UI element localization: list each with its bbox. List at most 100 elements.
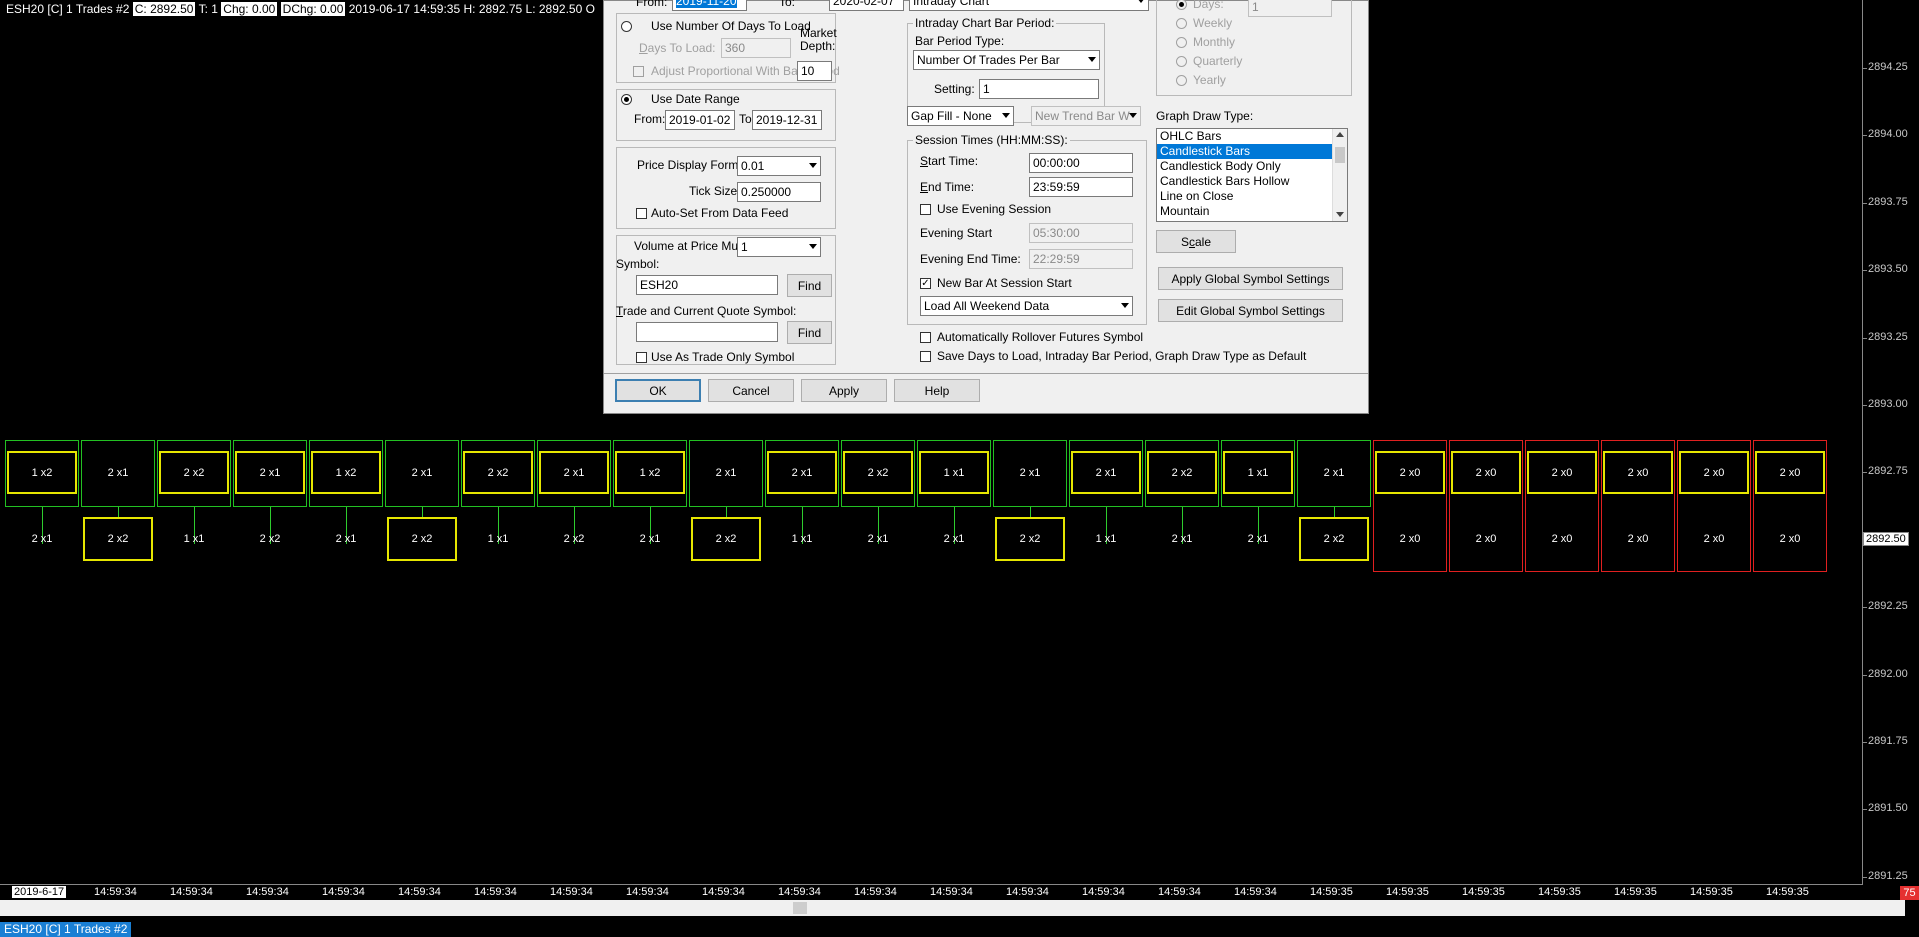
use-num-days-label[interactable]: Use Number Of Days To Load bbox=[651, 19, 811, 33]
dialog-separator bbox=[604, 373, 1368, 374]
use-date-range-label[interactable]: Use Date Range bbox=[651, 92, 740, 106]
to-date-field[interactable]: 2019-12-31 bbox=[752, 110, 822, 130]
period-radio-label: Monthly bbox=[1193, 35, 1236, 49]
use-date-range-radio[interactable] bbox=[621, 94, 632, 105]
auto-rollover-label[interactable]: Automatically Rollover Futures Symbol bbox=[937, 330, 1143, 344]
price-label: 2891.50 bbox=[1868, 802, 1908, 815]
top-from-label: From: bbox=[636, 0, 668, 9]
start-time-field[interactable]: 00:00:00 bbox=[1029, 153, 1133, 173]
end-time-field[interactable]: 23:59:59 bbox=[1029, 177, 1133, 197]
bid-ask-cell-bottom: 2 x1 bbox=[867, 533, 889, 545]
days-field[interactable]: 1 bbox=[1248, 0, 1332, 17]
bid-ask-cell-bottom: 2 x1 bbox=[31, 533, 53, 545]
use-evening-checkbox[interactable] bbox=[920, 204, 931, 215]
bid-ask-cell-bottom: 1 x1 bbox=[183, 533, 205, 545]
time-label: 14:59:34 bbox=[322, 886, 365, 898]
find-symbol-button[interactable]: Find bbox=[787, 274, 832, 297]
bar-period-type-dropdown[interactable]: Number Of Trades Per Bar bbox=[913, 50, 1100, 70]
trade-quote-field[interactable] bbox=[636, 322, 778, 342]
ok-button[interactable]: OK bbox=[615, 379, 701, 402]
save-defaults-label[interactable]: Save Days to Load, Intraday Bar Period, … bbox=[937, 349, 1306, 363]
graph-draw-listbox[interactable]: OHLC Bars Candlestick Bars Candlestick Bod… bbox=[1156, 128, 1348, 222]
graph-draw-item[interactable]: Line on Close bbox=[1157, 189, 1332, 204]
period-radio[interactable] bbox=[1176, 56, 1187, 67]
header-ohlc: 2019-06-17 14:59:35 H: 2892.75 L: 2892.5… bbox=[348, 2, 595, 16]
save-defaults-checkbox[interactable] bbox=[920, 351, 931, 362]
edit-global-button[interactable]: Edit Global Symbol Settings bbox=[1158, 299, 1343, 322]
time-label: 14:59:35 bbox=[1386, 886, 1429, 898]
horizontal-scrollbar[interactable] bbox=[0, 900, 1905, 916]
price-display-dropdown[interactable]: 0.01 bbox=[737, 156, 821, 176]
use-as-trade-only-checkbox[interactable] bbox=[636, 352, 647, 363]
days-to-load-field[interactable]: 360 bbox=[721, 38, 791, 58]
chevron-down-icon bbox=[1088, 57, 1096, 62]
cancel-button[interactable]: Cancel bbox=[708, 379, 794, 402]
price-tick-mark bbox=[1862, 135, 1867, 137]
chevron-down-icon bbox=[1129, 113, 1137, 118]
symbol-field[interactable]: ESH20 bbox=[636, 275, 778, 295]
from-date-field[interactable]: 2019-01-02 bbox=[665, 110, 735, 130]
weekend-data-dropdown[interactable]: Load All Weekend Data bbox=[920, 296, 1133, 316]
time-label: 14:59:34 bbox=[550, 886, 593, 898]
period-radio[interactable] bbox=[1176, 75, 1187, 86]
listbox-scroll-thumb[interactable] bbox=[1335, 147, 1345, 163]
auto-set-label[interactable]: Auto-Set From Data Feed bbox=[651, 206, 788, 220]
find-trade-symbol-button[interactable]: Find bbox=[787, 321, 832, 344]
chart-type-dropdown[interactable]: Intraday Chart bbox=[909, 0, 1149, 11]
bid-ask-cell-top: 2 x1 bbox=[767, 451, 837, 494]
bid-ask-cell-bottom: 2 x1 bbox=[639, 533, 661, 545]
scale-button[interactable]: Scale bbox=[1156, 230, 1236, 253]
apply-button[interactable]: Apply bbox=[801, 379, 887, 402]
evening-start-label: Evening Start bbox=[920, 226, 993, 240]
chevron-down-icon[interactable] bbox=[1336, 212, 1344, 217]
graph-draw-item[interactable]: Candlestick Body Only bbox=[1157, 159, 1332, 174]
header-close: C: 2892.50 bbox=[132, 2, 196, 16]
adjust-proportional-checkbox[interactable] bbox=[633, 66, 644, 77]
period-radio[interactable] bbox=[1176, 18, 1187, 29]
graph-draw-item[interactable]: OHLC Bars bbox=[1157, 129, 1332, 144]
graph-draw-item[interactable]: Candlestick Bars bbox=[1157, 144, 1332, 159]
setting-label: Setting: bbox=[934, 82, 975, 96]
evening-start-field[interactable]: 05:30:00 bbox=[1029, 223, 1133, 243]
market-depth-field[interactable]: 10 bbox=[797, 61, 832, 81]
new-bar-session-checkbox[interactable]: ✓ bbox=[920, 278, 931, 289]
listbox-scrollbar[interactable] bbox=[1332, 129, 1347, 221]
auto-set-checkbox[interactable] bbox=[636, 208, 647, 219]
gap-fill-dropdown[interactable]: Gap Fill - None bbox=[907, 106, 1014, 126]
auto-rollover-checkbox[interactable] bbox=[920, 332, 931, 343]
top-from-field[interactable]: 2019-11-20 bbox=[672, 0, 747, 11]
graph-draw-item[interactable]: Mountain bbox=[1157, 204, 1332, 219]
chevron-down-icon bbox=[1121, 303, 1129, 308]
chevron-up-icon[interactable] bbox=[1336, 132, 1344, 137]
use-evening-label[interactable]: Use Evening Session bbox=[937, 202, 1051, 216]
help-button[interactable]: Help bbox=[894, 379, 980, 402]
bid-ask-cell-bottom: 2 x0 bbox=[1703, 533, 1725, 545]
new-trend-dropdown[interactable]: New Trend Bar W bbox=[1031, 106, 1141, 126]
new-bar-session-label[interactable]: New Bar At Session Start bbox=[937, 276, 1072, 290]
header-symbol: ESH20 [C] 1 Trades #2 bbox=[6, 2, 130, 16]
bid-ask-cell-top: 2 x0 bbox=[1451, 451, 1521, 494]
period-radio[interactable] bbox=[1176, 37, 1187, 48]
vap-mult-dropdown[interactable]: 1 bbox=[737, 237, 821, 257]
price-label: 2891.25 bbox=[1868, 869, 1908, 882]
top-to-field[interactable]: 2020-02-07 bbox=[829, 0, 904, 11]
chart-tab[interactable]: ESH20 [C] 1 Trades #2 bbox=[0, 922, 132, 937]
price-label: 2893.25 bbox=[1868, 330, 1908, 343]
use-as-trade-only-label[interactable]: Use As Trade Only Symbol bbox=[651, 350, 794, 364]
setting-field[interactable]: 1 bbox=[979, 79, 1099, 99]
bid-ask-cell-bottom: 2 x1 bbox=[335, 533, 357, 545]
bid-ask-cell-top: 2 x1 bbox=[107, 466, 129, 479]
time-label: 14:59:34 bbox=[626, 886, 669, 898]
apply-global-button[interactable]: Apply Global Symbol Settings bbox=[1158, 267, 1343, 290]
graph-draw-item[interactable]: Candlestick Bars Hollow bbox=[1157, 174, 1332, 189]
tick-size-field[interactable]: 0.250000 bbox=[737, 182, 821, 202]
evening-end-field[interactable]: 22:29:59 bbox=[1029, 249, 1133, 269]
scrollbar-thumb[interactable] bbox=[793, 902, 807, 914]
header-trades: T: 1 bbox=[198, 2, 218, 16]
bid-ask-cell-top: 2 x2 bbox=[463, 451, 533, 494]
bid-ask-cell-bottom: 1 x1 bbox=[1095, 533, 1117, 545]
use-num-days-radio[interactable] bbox=[621, 21, 632, 32]
bid-ask-cell-bottom: 2 x1 bbox=[1247, 533, 1269, 545]
price-tick-mark bbox=[1862, 405, 1867, 406]
bid-ask-cell-bottom: 1 x1 bbox=[487, 533, 509, 545]
